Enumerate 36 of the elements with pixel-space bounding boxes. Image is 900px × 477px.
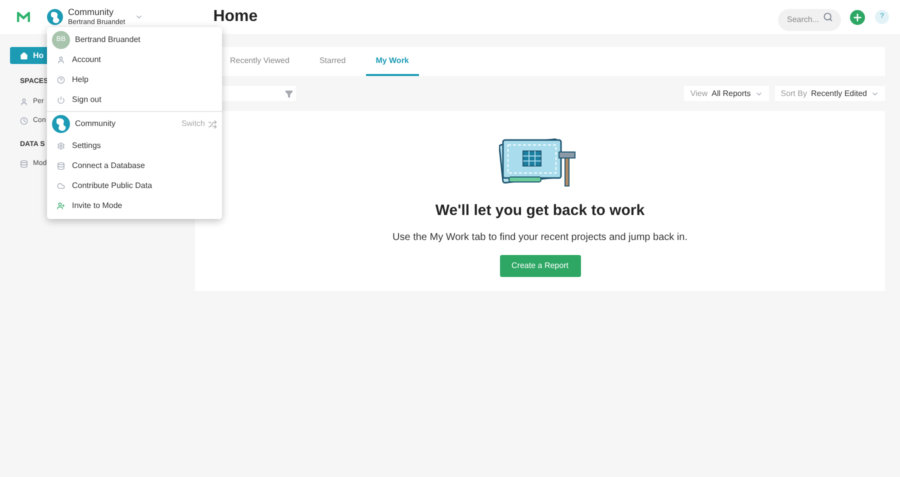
- home-icon: [20, 52, 28, 60]
- gear-icon: [57, 142, 65, 150]
- menu-item[interactable]: Settings: [47, 136, 222, 156]
- menu-item[interactable]: Invite to Mode: [47, 196, 222, 216]
- tab[interactable]: Recently Viewed: [220, 47, 300, 76]
- menu-item[interactable]: Connect a Database: [47, 156, 222, 176]
- database-icon: [57, 162, 65, 170]
- page-title: Home: [213, 7, 258, 27]
- caret-icon[interactable]: [135, 13, 144, 21]
- empty-state-heading: We'll let you get back to work: [435, 201, 645, 221]
- add-button[interactable]: [850, 10, 865, 24]
- menu-item[interactable]: Help: [47, 70, 222, 90]
- add-user-icon: [57, 202, 65, 210]
- search-icon: [823, 12, 833, 22]
- empty-state-text: Use the My Work tab to find your recent projects and jump back in.: [392, 230, 688, 244]
- person-icon: [20, 98, 28, 106]
- search-field[interactable]: Search...: [778, 8, 841, 30]
- database-icon: [20, 160, 28, 168]
- cloud-icon: [57, 182, 65, 190]
- menu-item[interactable]: Contribute Public Data: [47, 176, 222, 196]
- filter-icon: [285, 90, 293, 98]
- sort-dropdown[interactable]: Sort By Recently Edited: [774, 86, 885, 101]
- tab[interactable]: Starred: [309, 47, 356, 76]
- menu-item[interactable]: Account: [47, 50, 222, 70]
- menu-user-name: Bertrand Bruandet: [75, 34, 140, 46]
- power-icon: [57, 96, 65, 104]
- menu-item[interactable]: Sign out: [47, 90, 222, 110]
- logo-icon[interactable]: [17, 12, 30, 22]
- clock-icon: [20, 117, 28, 126]
- view-dropdown[interactable]: View All Reports: [684, 86, 769, 101]
- person-icon: [57, 56, 65, 64]
- plus-icon: [852, 12, 863, 22]
- question-icon: [57, 76, 65, 84]
- shuffle-icon: [208, 120, 217, 128]
- workspace-name: Community: [68, 8, 115, 17]
- menu-workspace-name: Community: [75, 118, 116, 130]
